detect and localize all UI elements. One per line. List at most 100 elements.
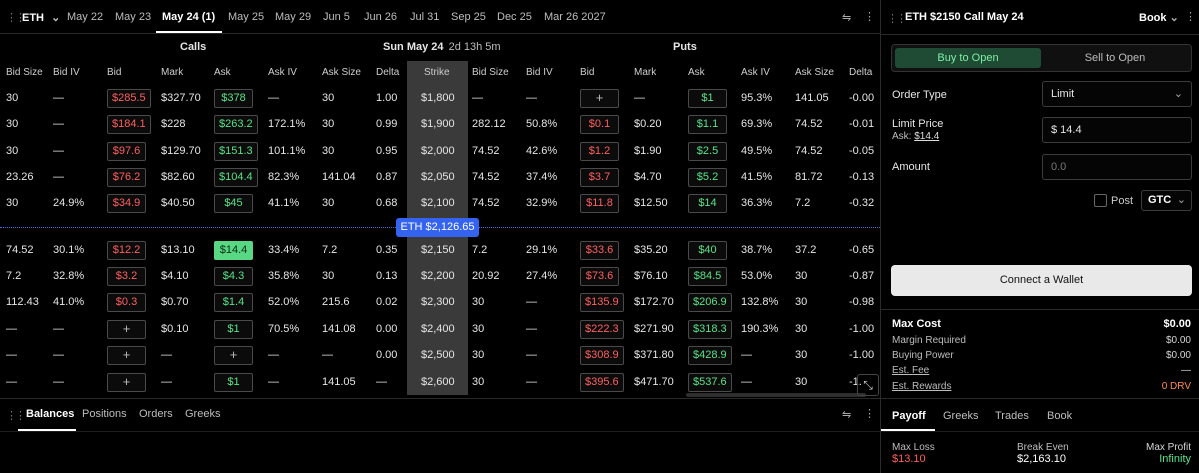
bid-price-button[interactable]: $12.2 [107,241,146,260]
ask-price-button[interactable]: $537.6 [688,373,732,392]
ask-price-button[interactable]: $14 [688,194,727,213]
ask-price-button[interactable]: $378 [214,89,253,108]
bid-price-button[interactable]: $76.2 [107,168,146,187]
ask-hint-value[interactable]: $14.4 [914,131,939,142]
call-column-header: Ask [214,67,231,78]
bid-price-button[interactable]: $34.9 [107,194,146,213]
ask-price-button[interactable]: $45 [214,194,253,213]
asset-selector[interactable]: ETH ⌄ [22,11,60,24]
bid-price-button[interactable]: $97.6 [107,142,146,161]
ask-price-button[interactable]: $1 [214,320,253,339]
est-fee-label[interactable]: Est. Fee [892,365,929,376]
bid-add-button[interactable]: + [107,373,146,392]
chain-cell: $40.50 [161,197,195,209]
expiry-tab[interactable]: Jun 26 [364,11,397,23]
tab-greeks[interactable]: Greeks [185,408,220,420]
tab-orders[interactable]: Orders [139,408,173,420]
chain-cell: 30 [6,197,19,209]
bid-price-button[interactable]: $3.2 [107,267,146,286]
bid-price-button[interactable]: $11.8 [580,194,619,213]
bid-price-button[interactable]: $0.3 [107,293,146,312]
put-column-header: Delta [849,67,873,78]
ask-price-button[interactable]: $4.3 [214,267,253,286]
connect-wallet-button[interactable]: Connect a Wallet [891,265,1192,296]
bid-price-button[interactable]: $3.7 [580,168,619,187]
bid-price-button[interactable]: $184.1 [107,115,151,134]
ask-price-button[interactable]: $84.5 [688,267,727,286]
more-options-icon[interactable]: ⋮ [1185,10,1196,23]
bid-add-button[interactable]: + [107,346,146,365]
time-in-force-select[interactable]: GTC ⌄ [1141,190,1192,211]
ask-price-button[interactable]: $1 [688,89,727,108]
chain-cell: 0.35 [376,244,398,256]
book-dropdown[interactable]: Book ⌄ [1139,11,1179,24]
ask-price-button[interactable]: $1 [214,373,253,392]
horizontal-scrollbar[interactable] [686,393,866,397]
chain-cell: 74.52 [472,197,500,209]
expiry-tab[interactable]: Mar 26 2027 [544,11,606,23]
ask-price-button[interactable]: $2.5 [688,142,727,161]
bid-price-button[interactable]: $0.1 [580,115,619,134]
bid-add-button[interactable]: + [107,320,146,339]
ask-add-button[interactable]: + [214,346,253,365]
ask-price-button[interactable]: $104.4 [214,168,258,187]
ask-price-button[interactable]: $40 [688,241,727,260]
expiry-tab[interactable]: Sep 25 [451,11,486,23]
chain-cell: -0.00 [849,92,875,104]
sell-to-open-button[interactable]: Sell to Open [1042,48,1188,68]
max-cost-value: $0.00 [1163,318,1191,330]
tab-positions[interactable]: Positions [82,408,127,420]
drag-handle-icon[interactable]: ⋮⋮ [887,12,907,25]
ask-price-button[interactable]: $14.4 [214,241,253,260]
tab-greeks[interactable]: Greeks [943,410,978,422]
bid-price-button[interactable]: $135.9 [580,293,624,312]
more-options-icon[interactable]: ⋮ [864,10,875,23]
tab-trades[interactable]: Trades [995,410,1029,422]
puts-header: Puts [673,41,697,53]
ask-price-button[interactable]: $5.2 [688,168,727,187]
expand-icon[interactable]: ⤡ [857,374,879,396]
ask-price-button[interactable]: $1.4 [214,293,253,312]
expiry-tab[interactable]: Jun 5 [323,11,350,23]
expiry-tab[interactable]: May 23 [115,11,151,23]
ask-price-button[interactable]: $428.9 [688,346,732,365]
chain-cell: 24.9% [53,197,85,209]
expiry-tab[interactable]: May 22 [67,11,103,23]
amount-input[interactable]: 0.0 [1042,154,1192,180]
expiry-tab-active[interactable]: May 24 (1) [162,11,215,23]
chain-cell: 0.02 [376,296,398,308]
bid-price-button[interactable]: $395.6 [580,373,624,392]
expiry-tab[interactable]: Jul 31 [410,11,439,23]
limit-price-input[interactable]: $ 14.4 [1042,117,1192,143]
expiry-tab[interactable]: May 29 [275,11,311,23]
chain-cell: 30 [472,376,485,388]
bid-price-button[interactable]: $33.6 [580,241,619,260]
chain-cell: — [53,92,64,104]
tab-book[interactable]: Book [1047,410,1072,422]
ask-price-button[interactable]: $1.1 [688,115,727,134]
post-only-checkbox[interactable] [1094,194,1107,207]
bid-add-button[interactable]: + [580,89,619,108]
ask-price-button[interactable]: $206.9 [688,293,732,312]
bid-price-button[interactable]: $222.3 [580,320,624,339]
chain-cell: $12.50 [634,197,668,209]
amount-label: Amount [892,161,930,173]
tab-payoff[interactable]: Payoff [892,410,926,422]
expiry-tab[interactable]: May 25 [228,11,264,23]
more-options-icon[interactable]: ⋮ [864,407,875,420]
drag-handle-icon[interactable]: ⋮⋮ [6,409,26,422]
expiry-tab[interactable]: Dec 25 [497,11,532,23]
buy-to-open-button[interactable]: Buy to Open [895,48,1041,68]
ask-price-button[interactable]: $151.3 [214,142,258,161]
est-rewards-label[interactable]: Est. Rewards [892,381,951,392]
settings-sliders-icon[interactable]: ⇋ [842,11,851,24]
ask-price-button[interactable]: $263.2 [214,115,258,134]
bid-price-button[interactable]: $1.2 [580,142,619,161]
bid-price-button[interactable]: $73.6 [580,267,619,286]
settings-sliders-icon[interactable]: ⇋ [842,408,851,421]
bid-price-button[interactable]: $285.5 [107,89,151,108]
bid-price-button[interactable]: $308.9 [580,346,624,365]
order-type-select[interactable]: Limit ⌄ [1042,81,1192,107]
ask-price-button[interactable]: $318.3 [688,320,732,339]
tab-balances[interactable]: Balances [26,408,74,420]
